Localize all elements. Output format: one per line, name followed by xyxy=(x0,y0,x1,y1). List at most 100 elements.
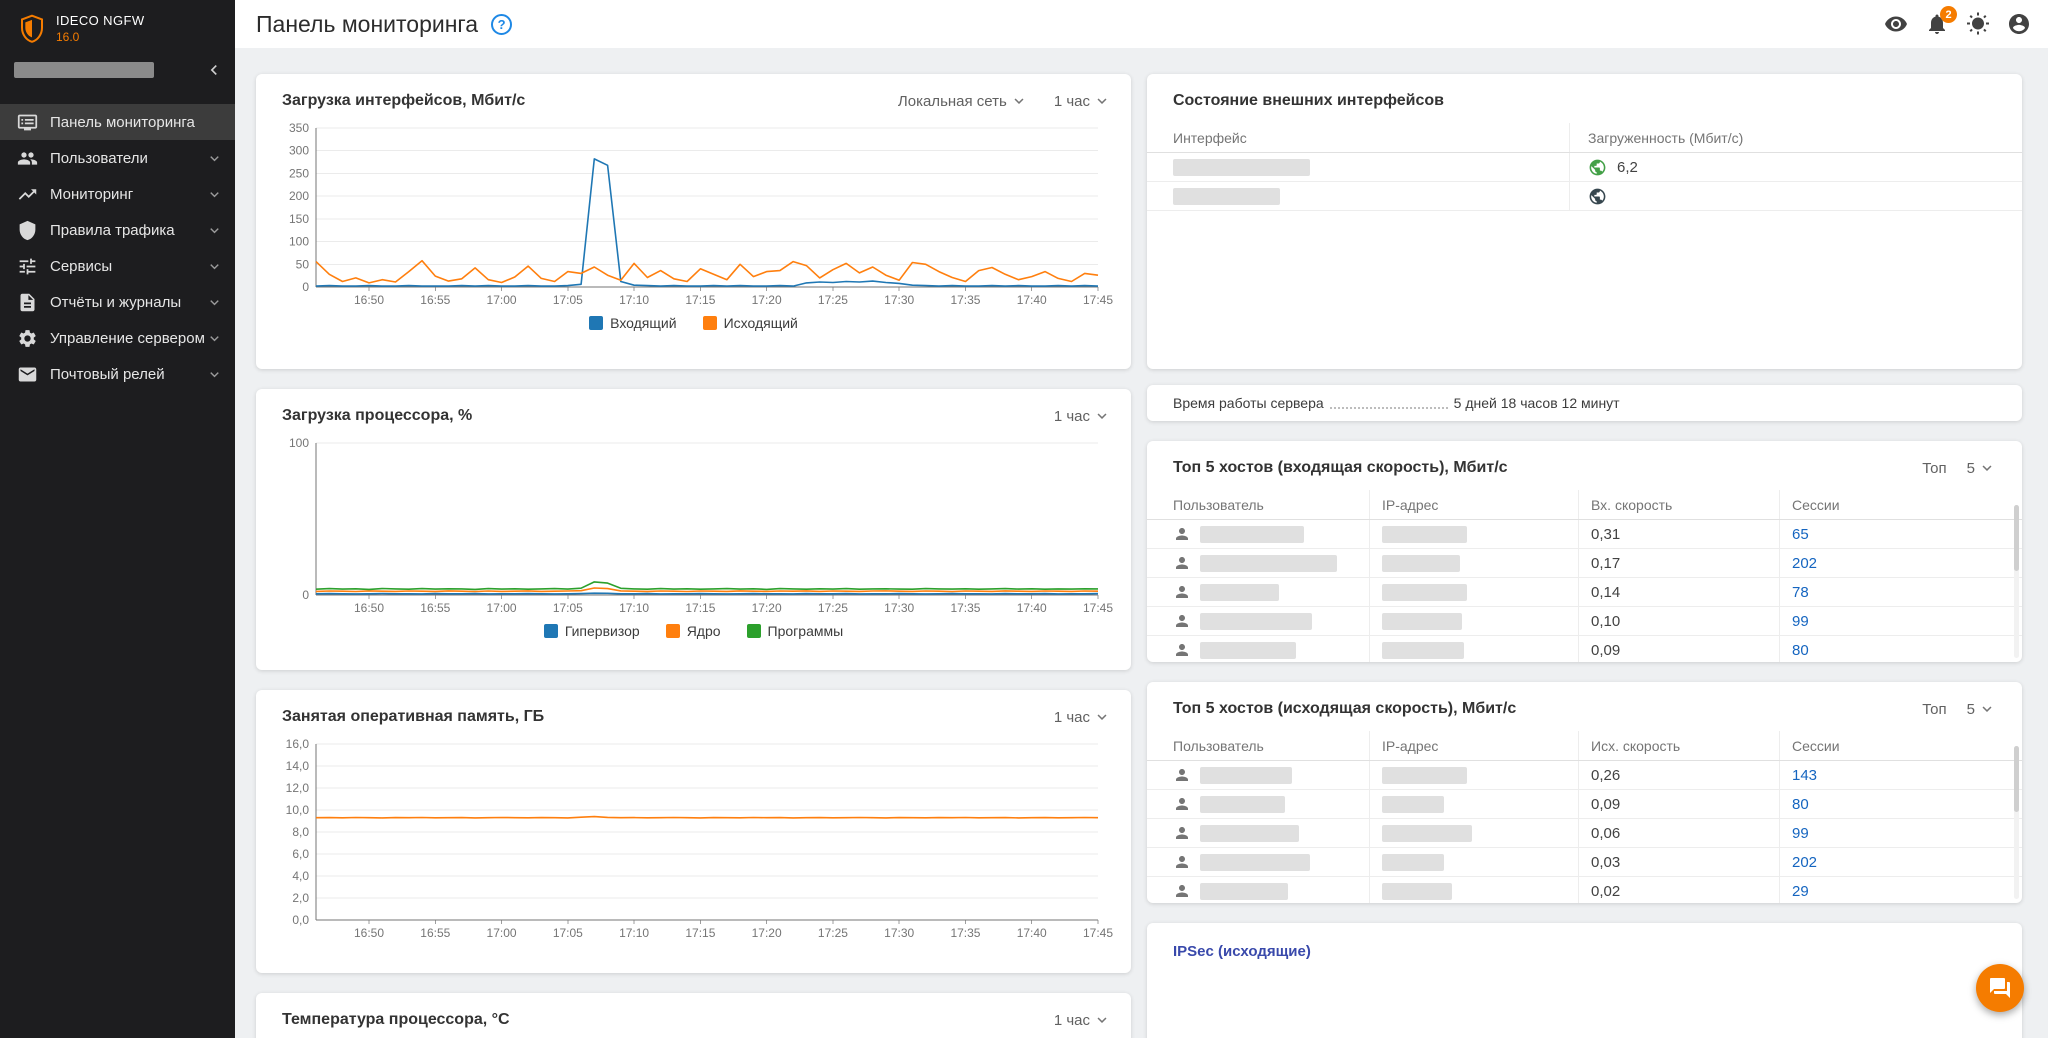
svg-text:17:25: 17:25 xyxy=(818,926,848,940)
sidebar-collapse-button[interactable] xyxy=(203,59,225,81)
legend-swatch xyxy=(746,624,761,638)
dotted-leader xyxy=(1329,398,1448,409)
eye-button[interactable] xyxy=(1883,11,1909,37)
sessions-link[interactable]: 29 xyxy=(1792,883,1809,900)
sessions-link[interactable]: 99 xyxy=(1792,825,1809,842)
sidebar-item-label: Почтовый релей xyxy=(50,365,165,383)
svg-text:4,0: 4,0 xyxy=(292,869,309,883)
sidebar-item-label: Управление сервером xyxy=(50,329,205,347)
account-button[interactable] xyxy=(2006,11,2032,37)
sessions-link[interactable]: 80 xyxy=(1792,642,1809,659)
card-external-interfaces: Состояние внешних интерфейсов Интерфейс … xyxy=(1147,74,2022,369)
period-select[interactable]: 1 час xyxy=(1054,92,1111,110)
column-header-speed: Исх. скорость xyxy=(1578,731,1779,760)
column-header-sessions: Сессии xyxy=(1779,731,2022,760)
redacted-ip xyxy=(1382,824,1472,842)
svg-text:150: 150 xyxy=(289,212,309,226)
dashboard-content: Загрузка интерфейсов, Мбит/с Локальная с… xyxy=(235,48,2048,1038)
chat-icon xyxy=(1990,978,2010,998)
top-count-select[interactable]: 5 xyxy=(1967,700,1996,718)
tune-icon xyxy=(19,258,36,274)
speed-value: 0,26 xyxy=(1578,761,1779,789)
sidebar-item-reports[interactable]: Отчёты и журналы xyxy=(0,284,235,320)
svg-text:10,0: 10,0 xyxy=(286,803,310,817)
legend-item: Ядро xyxy=(665,623,721,639)
period-select[interactable]: 1 час xyxy=(1054,407,1111,425)
sessions-link[interactable]: 80 xyxy=(1792,796,1809,813)
sidebar-item-traffic-rules[interactable]: Правила трафика xyxy=(0,212,235,248)
svg-text:17:00: 17:00 xyxy=(487,293,517,307)
network-select[interactable]: Локальная сеть xyxy=(898,92,1028,110)
svg-text:17:00: 17:00 xyxy=(487,926,517,940)
svg-text:17:30: 17:30 xyxy=(884,601,914,615)
svg-text:17:40: 17:40 xyxy=(1017,293,1047,307)
sidebar-user-row xyxy=(0,58,235,82)
chevron-down-icon xyxy=(210,191,219,197)
theme-toggle-button[interactable] xyxy=(1965,11,1991,37)
sidebar-item-monitoring[interactable]: Мониторинг xyxy=(0,176,235,212)
table-row: 0,14 78 xyxy=(1147,578,2022,607)
svg-text:17:15: 17:15 xyxy=(685,293,715,307)
svg-text:16:55: 16:55 xyxy=(420,926,450,940)
sidebar-item-label: Пользователи xyxy=(50,149,148,167)
help-icon[interactable]: ? xyxy=(491,13,513,35)
redacted-ip xyxy=(1382,882,1452,900)
svg-text:17:45: 17:45 xyxy=(1083,293,1113,307)
user-icon xyxy=(1176,798,1188,810)
sidebar-item-server-management[interactable]: Управление сервером xyxy=(0,320,235,356)
sidebar-item-label: Сервисы xyxy=(50,257,113,275)
top-count-select[interactable]: 5 xyxy=(1967,459,1996,477)
scrollbar-thumb[interactable] xyxy=(2014,505,2019,571)
page-title: Панель мониторинга xyxy=(256,10,479,37)
legend-item: Гипервизор xyxy=(543,623,640,639)
table-row: 0,02 29 xyxy=(1147,877,2022,903)
sidebar-item-users[interactable]: Пользователи xyxy=(0,140,235,176)
sessions-link[interactable]: 65 xyxy=(1792,526,1809,543)
redacted-ip xyxy=(1382,795,1444,813)
card-title: Топ 5 хостов (входящая скорость), Мбит/с xyxy=(1173,459,1508,476)
uptime-label: Время работы сервера xyxy=(1173,395,1324,411)
eye-icon xyxy=(1885,16,1907,32)
ipsec-title[interactable]: IPSec (исходящие) xyxy=(1173,943,1311,960)
svg-text:16:50: 16:50 xyxy=(354,926,384,940)
gear-icon xyxy=(19,329,36,347)
period-select[interactable]: 1 час xyxy=(1054,708,1111,726)
chevron-down-icon xyxy=(1982,465,1992,471)
cpu-chart-legend: Гипервизор Ядро Программы xyxy=(256,623,1131,639)
chevron-down-icon xyxy=(210,227,219,233)
notification-badge: 2 xyxy=(1940,6,1957,23)
notifications-button[interactable]: 2 xyxy=(1924,6,1957,37)
sidebar-item-mail-relay[interactable]: Почтовый релей xyxy=(0,356,235,392)
chevron-down-icon xyxy=(210,299,219,305)
sidebar-item-dashboard[interactable]: Панель мониторинга xyxy=(0,104,235,140)
svg-text:17:30: 17:30 xyxy=(884,293,914,307)
chevron-down-icon xyxy=(1014,98,1024,104)
period-select[interactable]: 1 час xyxy=(1054,1011,1111,1029)
card-title: Состояние внешних интерфейсов xyxy=(1173,92,1444,109)
svg-text:17:35: 17:35 xyxy=(950,293,980,307)
sidebar-item-services[interactable]: Сервисы xyxy=(0,248,235,284)
svg-text:17:45: 17:45 xyxy=(1083,601,1113,615)
sessions-link[interactable]: 99 xyxy=(1792,613,1809,630)
chevron-left-icon xyxy=(210,65,217,75)
sidebar-item-label: Панель мониторинга xyxy=(50,113,195,131)
card-memory-chart: Занятая оперативная память, ГБ 1 час 0,0… xyxy=(256,690,1131,973)
redacted-user xyxy=(1200,612,1312,630)
redacted-user xyxy=(1200,641,1296,659)
memory-chart: 0,0 2,0 4,0 6,0 8,0 10,0 12,0 14,0 16,0 16:50 16:5… xyxy=(286,737,1114,940)
sessions-link[interactable]: 202 xyxy=(1792,555,1817,572)
sessions-link[interactable]: 143 xyxy=(1792,767,1817,784)
sessions-link[interactable]: 202 xyxy=(1792,854,1817,871)
sessions-link[interactable]: 78 xyxy=(1792,584,1809,601)
sidebar-item-label: Мониторинг xyxy=(50,185,134,203)
redacted-user xyxy=(1200,853,1310,871)
account-icon xyxy=(2009,14,2029,34)
card-title: Загрузка интерфейсов, Мбит/с xyxy=(282,92,526,109)
column-header-load: Загруженность (Мбит/с) xyxy=(1569,123,2022,152)
interface-load-value: 6,2 xyxy=(1617,158,1638,176)
svg-text:6,0: 6,0 xyxy=(292,847,309,861)
support-chat-fab[interactable] xyxy=(1976,964,2024,1012)
table-row: 0,03 202 xyxy=(1147,848,2022,877)
card-title: Топ 5 хостов (исходящая скорость), Мбит/… xyxy=(1173,700,1517,717)
scrollbar-thumb[interactable] xyxy=(2014,746,2019,812)
